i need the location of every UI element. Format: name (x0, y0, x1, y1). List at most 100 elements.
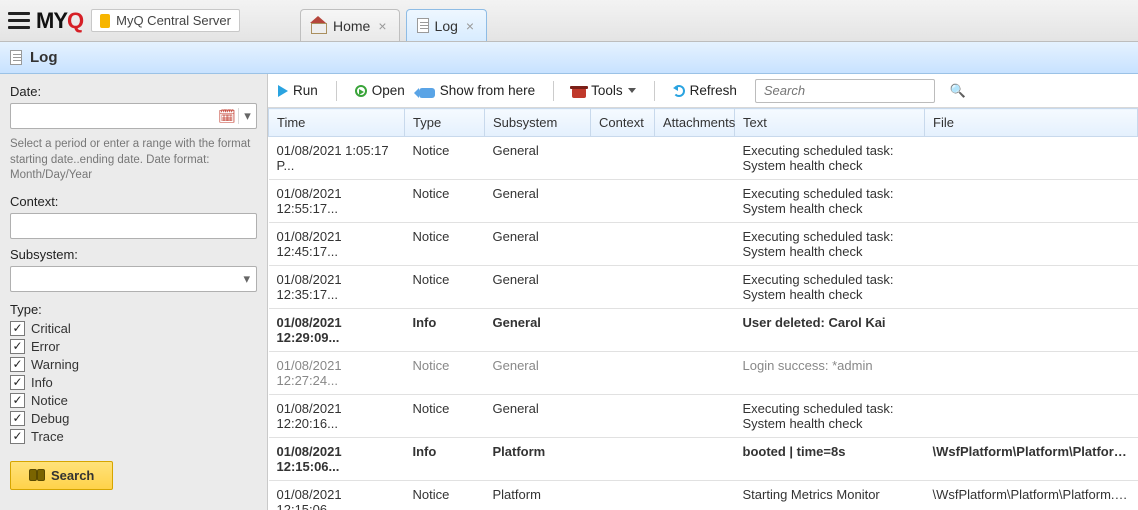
calendar-icon[interactable]: 🗓 (216, 108, 238, 125)
cell-time: 01/08/2021 12:15:06... (269, 438, 405, 481)
cell-type: Info (405, 438, 485, 481)
refresh-button[interactable]: Refresh (673, 83, 737, 98)
cell-text: User deleted: Carol Kai (735, 309, 925, 352)
check-trace[interactable]: ✓Trace (10, 429, 257, 444)
table-row[interactable]: 01/08/2021 12:35:17...NoticeGeneralExecu… (269, 266, 1138, 309)
col-text[interactable]: Text (735, 109, 925, 137)
separator (336, 81, 337, 101)
date-hint: Select a period or enter a range with th… (10, 137, 257, 184)
col-time[interactable]: Time (269, 109, 405, 137)
subsystem-select[interactable]: ▾ (10, 266, 257, 292)
cell-attachments (655, 137, 735, 180)
table-row[interactable]: 01/08/2021 12:15:06...NoticePlatformStar… (269, 481, 1138, 510)
cell-context (591, 180, 655, 223)
tab-log-label: Log (435, 18, 458, 34)
table-row[interactable]: 01/08/2021 12:45:17...NoticeGeneralExecu… (269, 223, 1138, 266)
cell-time: 01/08/2021 1:05:17 P... (269, 137, 405, 180)
cell-type: Notice (405, 352, 485, 395)
cell-type: Info (405, 309, 485, 352)
cell-subsystem: General (485, 395, 591, 438)
checkbox-icon: ✓ (10, 393, 25, 408)
cell-time: 01/08/2021 12:55:17... (269, 180, 405, 223)
chevron-down-icon[interactable]: ▾ (238, 108, 256, 124)
cell-attachments (655, 223, 735, 266)
tools-button[interactable]: Tools (572, 83, 636, 98)
log-grid[interactable]: Time Type Subsystem Context Attachments … (268, 108, 1138, 510)
cell-text: Starting Metrics Monitor (735, 481, 925, 510)
table-row[interactable]: 01/08/2021 12:29:09...InfoGeneral User de… (269, 309, 1138, 352)
cell-file (925, 395, 1138, 438)
checkbox-icon: ✓ (10, 429, 25, 444)
checkbox-icon: ✓ (10, 321, 25, 336)
cell-attachments (655, 352, 735, 395)
cell-subsystem: General (485, 137, 591, 180)
cell-time: 01/08/2021 12:15:06... (269, 481, 405, 510)
cell-attachments (655, 481, 735, 510)
home-icon (311, 18, 327, 34)
cell-text: booted | time=8s (735, 438, 925, 481)
cell-context (591, 438, 655, 481)
show-from-here-button[interactable]: Show from here (419, 83, 535, 98)
table-row[interactable]: 01/08/2021 12:15:06...InfoPlatform booted… (269, 438, 1138, 481)
separator (654, 81, 655, 101)
toolbar-search[interactable]: 🔍 (755, 79, 935, 103)
close-icon[interactable]: × (376, 18, 388, 34)
cell-text: Executing scheduled task: System health … (735, 137, 925, 180)
cell-file (925, 223, 1138, 266)
cell-subsystem: General (485, 309, 591, 352)
date-field[interactable]: 🗓 ▾ (10, 103, 257, 129)
app-logo: MYQ (36, 8, 83, 34)
menu-icon[interactable] (8, 12, 30, 29)
check-error[interactable]: ✓Error (10, 339, 257, 354)
page-titlebar: Log (0, 42, 1138, 74)
date-input[interactable] (11, 104, 216, 128)
cell-time: 01/08/2021 12:20:16... (269, 395, 405, 438)
col-context[interactable]: Context (591, 109, 655, 137)
tab-home[interactable]: Home × (300, 9, 400, 41)
check-debug[interactable]: ✓Debug (10, 411, 257, 426)
close-icon[interactable]: × (464, 18, 476, 34)
filter-panel: Date: 🗓 ▾ Select a period or enter a ran… (0, 74, 268, 510)
table-row[interactable]: 01/08/2021 12:55:17...NoticeGeneralExecu… (269, 180, 1138, 223)
cell-attachments (655, 266, 735, 309)
col-attachments[interactable]: Attachments (655, 109, 735, 137)
run-button[interactable]: Run (278, 83, 318, 98)
check-critical[interactable]: ✓Critical (10, 321, 257, 336)
server-label: MyQ Central Server (116, 13, 231, 28)
check-info[interactable]: ✓Info (10, 375, 257, 390)
server-chip[interactable]: MyQ Central Server (91, 9, 240, 32)
col-file[interactable]: File (925, 109, 1138, 137)
cell-attachments (655, 180, 735, 223)
col-subsystem[interactable]: Subsystem (485, 109, 591, 137)
cell-subsystem: Platform (485, 438, 591, 481)
check-warning[interactable]: ✓Warning (10, 357, 257, 372)
tab-log[interactable]: Log × (406, 9, 488, 41)
log-pane: Run Open Show from here Tools Refresh 🔍 (268, 74, 1138, 510)
search-button[interactable]: Search (10, 461, 113, 490)
play-icon (278, 85, 288, 97)
refresh-icon (673, 85, 685, 97)
cell-file: \WsfPlatform\Platform\Platform.c... (925, 481, 1138, 510)
checkbox-icon: ✓ (10, 339, 25, 354)
open-button[interactable]: Open (355, 83, 405, 98)
cell-time: 01/08/2021 12:45:17... (269, 223, 405, 266)
cell-type: Notice (405, 481, 485, 510)
check-notice[interactable]: ✓Notice (10, 393, 257, 408)
toolbar-search-input[interactable] (756, 83, 950, 98)
table-row[interactable]: 01/08/2021 12:20:16...NoticeGeneralExecu… (269, 395, 1138, 438)
bulb-icon (100, 14, 110, 28)
cell-time: 01/08/2021 12:29:09... (269, 309, 405, 352)
cell-time: 01/08/2021 12:35:17... (269, 266, 405, 309)
cell-type: Notice (405, 137, 485, 180)
chevron-down-icon[interactable]: ▾ (243, 271, 250, 287)
cell-context (591, 266, 655, 309)
col-type[interactable]: Type (405, 109, 485, 137)
context-input[interactable] (10, 213, 257, 239)
search-icon[interactable]: 🔍 (950, 83, 966, 99)
context-label: Context: (10, 194, 257, 209)
table-row[interactable]: 01/08/2021 12:27:24...NoticeGeneralLogin… (269, 352, 1138, 395)
table-row[interactable]: 01/08/2021 1:05:17 P...NoticeGeneral Exec… (269, 137, 1138, 180)
chevron-down-icon (628, 88, 636, 93)
app-header: MYQ MyQ Central Server Home × Log × (0, 0, 1138, 42)
cell-context (591, 137, 655, 180)
